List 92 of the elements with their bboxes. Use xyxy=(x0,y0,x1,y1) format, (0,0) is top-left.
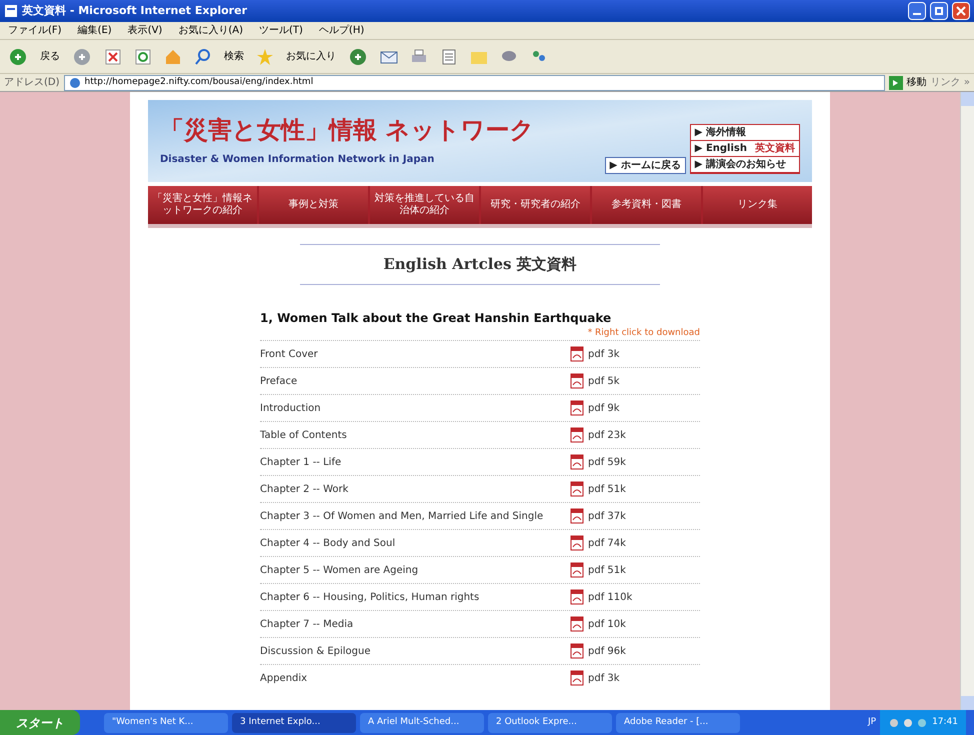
article-title: Chapter 6 -- Housing, Politics, Human rights xyxy=(260,590,480,604)
pdf-icon xyxy=(570,454,584,470)
pdf-link[interactable]: pdf 10k xyxy=(588,616,626,632)
article-title: Chapter 5 -- Women are Ageing xyxy=(260,564,420,578)
clock: 17:41 xyxy=(932,716,958,729)
pdf-link[interactable]: pdf 3k xyxy=(588,346,620,362)
pdf-link[interactable]: pdf 37k xyxy=(588,508,626,524)
pdf-link[interactable]: pdf 59k xyxy=(588,454,626,470)
pdf-icon xyxy=(570,400,584,416)
article-title: Chapter 2 -- Work xyxy=(260,482,350,496)
menu-item[interactable]: ヘルプ(H) xyxy=(318,23,364,38)
pdf-link[interactable]: pdf 3k xyxy=(588,670,620,686)
pdf-icon xyxy=(570,346,584,362)
menu-item[interactable]: ツール(T) xyxy=(259,23,303,38)
pdf-icon xyxy=(570,481,584,497)
close-button[interactable] xyxy=(952,2,970,20)
pdf-link[interactable]: pdf 51k xyxy=(588,482,626,496)
pdf-link[interactable]: pdf 74k xyxy=(588,536,626,550)
page-icon xyxy=(4,4,18,18)
tray-icons-drawing xyxy=(888,716,928,728)
refresh-icon[interactable] xyxy=(134,48,152,66)
go-button[interactable]: 移動 xyxy=(906,75,927,90)
address-field[interactable]: http://homepage2.nifty.com/bousai/eng/index.html xyxy=(64,74,885,90)
pdf-icon xyxy=(570,508,584,524)
nav-tab[interactable]: 事例と対策 xyxy=(259,186,368,224)
side-link[interactable]: ▶ 海外情報 xyxy=(690,125,799,141)
menu-item[interactable]: 編集(E) xyxy=(78,23,112,38)
article-title: Chapter 7 -- Media xyxy=(260,618,354,632)
taskbar-button[interactable]: 3 Internet Explo... xyxy=(232,712,356,732)
start-button[interactable]: スタート xyxy=(0,710,80,735)
pdf-link[interactable]: pdf 9k xyxy=(588,400,620,416)
globe-icon xyxy=(68,76,81,88)
article-title: Front Cover xyxy=(260,348,319,362)
taskbar-button[interactable]: "Women's Net K... xyxy=(104,712,228,732)
maximize-button[interactable] xyxy=(930,2,948,20)
menu-item[interactable]: お気に入り(A) xyxy=(178,23,243,38)
stop-icon[interactable] xyxy=(104,48,122,66)
forward-icon[interactable] xyxy=(72,46,92,66)
window-title: 英文資料 - Microsoft Internet Explorer xyxy=(22,2,248,19)
menu-item[interactable]: ファイル(F) xyxy=(8,23,62,38)
close-icon xyxy=(956,6,966,16)
back-icon[interactable] xyxy=(8,46,28,66)
address-label: アドレス(D) xyxy=(4,76,60,90)
taskbar-button[interactable]: Adobe Reader - [... xyxy=(616,712,740,732)
article-title: Preface xyxy=(260,374,298,388)
back-button[interactable]: 戻る xyxy=(40,49,60,64)
minimize-button[interactable] xyxy=(908,2,926,20)
document-icon[interactable] xyxy=(440,48,458,66)
pdf-icon xyxy=(570,643,584,659)
download-hint: * Right click to download xyxy=(588,326,700,340)
nav-tab[interactable]: 「災害と女性」情報ネットワークの紹介 xyxy=(148,186,257,224)
menu-item[interactable]: 表示(V) xyxy=(128,23,162,38)
pdf-link[interactable]: pdf 23k xyxy=(588,428,626,442)
search-icon[interactable] xyxy=(194,48,212,66)
pdf-icon xyxy=(570,535,584,551)
home-link[interactable]: ▶ ホームに戻る xyxy=(604,157,686,174)
side-link[interactable]: ▶ English 英文資料 xyxy=(690,141,799,157)
scrollbar[interactable] xyxy=(960,92,974,710)
article-title: Chapter 4 -- Body and Soul xyxy=(260,536,396,550)
favorites-button[interactable]: お気に入り xyxy=(286,49,336,64)
pdf-icon xyxy=(570,373,584,389)
language-indicator[interactable]: JP xyxy=(868,716,876,730)
nav-tab[interactable]: リンク集 xyxy=(703,186,812,224)
section-title: 1, Women Talk about the Great Hanshin Earthquake xyxy=(260,310,612,326)
pdf-icon xyxy=(570,589,584,605)
page-heading: English Artcles 英文資料 xyxy=(383,254,577,275)
side-link[interactable]: ▶ 講演会のお知らせ xyxy=(690,157,799,173)
site-subtitle: Disaster & Women Information Network in Japan xyxy=(160,153,436,167)
article-title: Discussion & Epilogue xyxy=(260,644,372,658)
pdf-link[interactable]: pdf 96k xyxy=(588,644,626,658)
article-title: Table of Contents xyxy=(260,428,348,442)
pdf-icon xyxy=(570,562,584,578)
article-title: Chapter 3 -- Of Women and Men, Married Life and Single xyxy=(260,510,544,524)
star-icon[interactable] xyxy=(256,48,274,66)
pdf-icon xyxy=(570,616,584,632)
nav-tab[interactable]: 参考資料・図書 xyxy=(592,186,701,224)
go-icon[interactable] xyxy=(888,76,903,90)
search-button[interactable]: 検索 xyxy=(224,49,244,64)
taskbar-button[interactable]: 2 Outlook Expre... xyxy=(488,712,612,732)
article-title: Introduction xyxy=(260,402,322,416)
pdf-icon xyxy=(570,670,584,686)
pdf-icon xyxy=(570,427,584,443)
pdf-link[interactable]: pdf 5k xyxy=(588,374,620,388)
article-title: Appendix xyxy=(260,672,308,686)
pdf-link[interactable]: pdf 51k xyxy=(588,562,626,578)
site-title: 「災害と女性」情報 ネットワーク xyxy=(160,115,534,146)
article-title: Chapter 1 -- Life xyxy=(260,456,342,470)
pdf-link[interactable]: pdf 110k xyxy=(588,590,632,604)
links-button[interactable]: リンク » xyxy=(930,75,970,90)
nav-tab[interactable]: 研究・研究者の紹介 xyxy=(481,186,590,224)
taskbar-button[interactable]: A Ariel Mult-Sched... xyxy=(360,712,484,732)
nav-tab[interactable]: 対策を推進している自治体の紹介 xyxy=(370,186,479,224)
